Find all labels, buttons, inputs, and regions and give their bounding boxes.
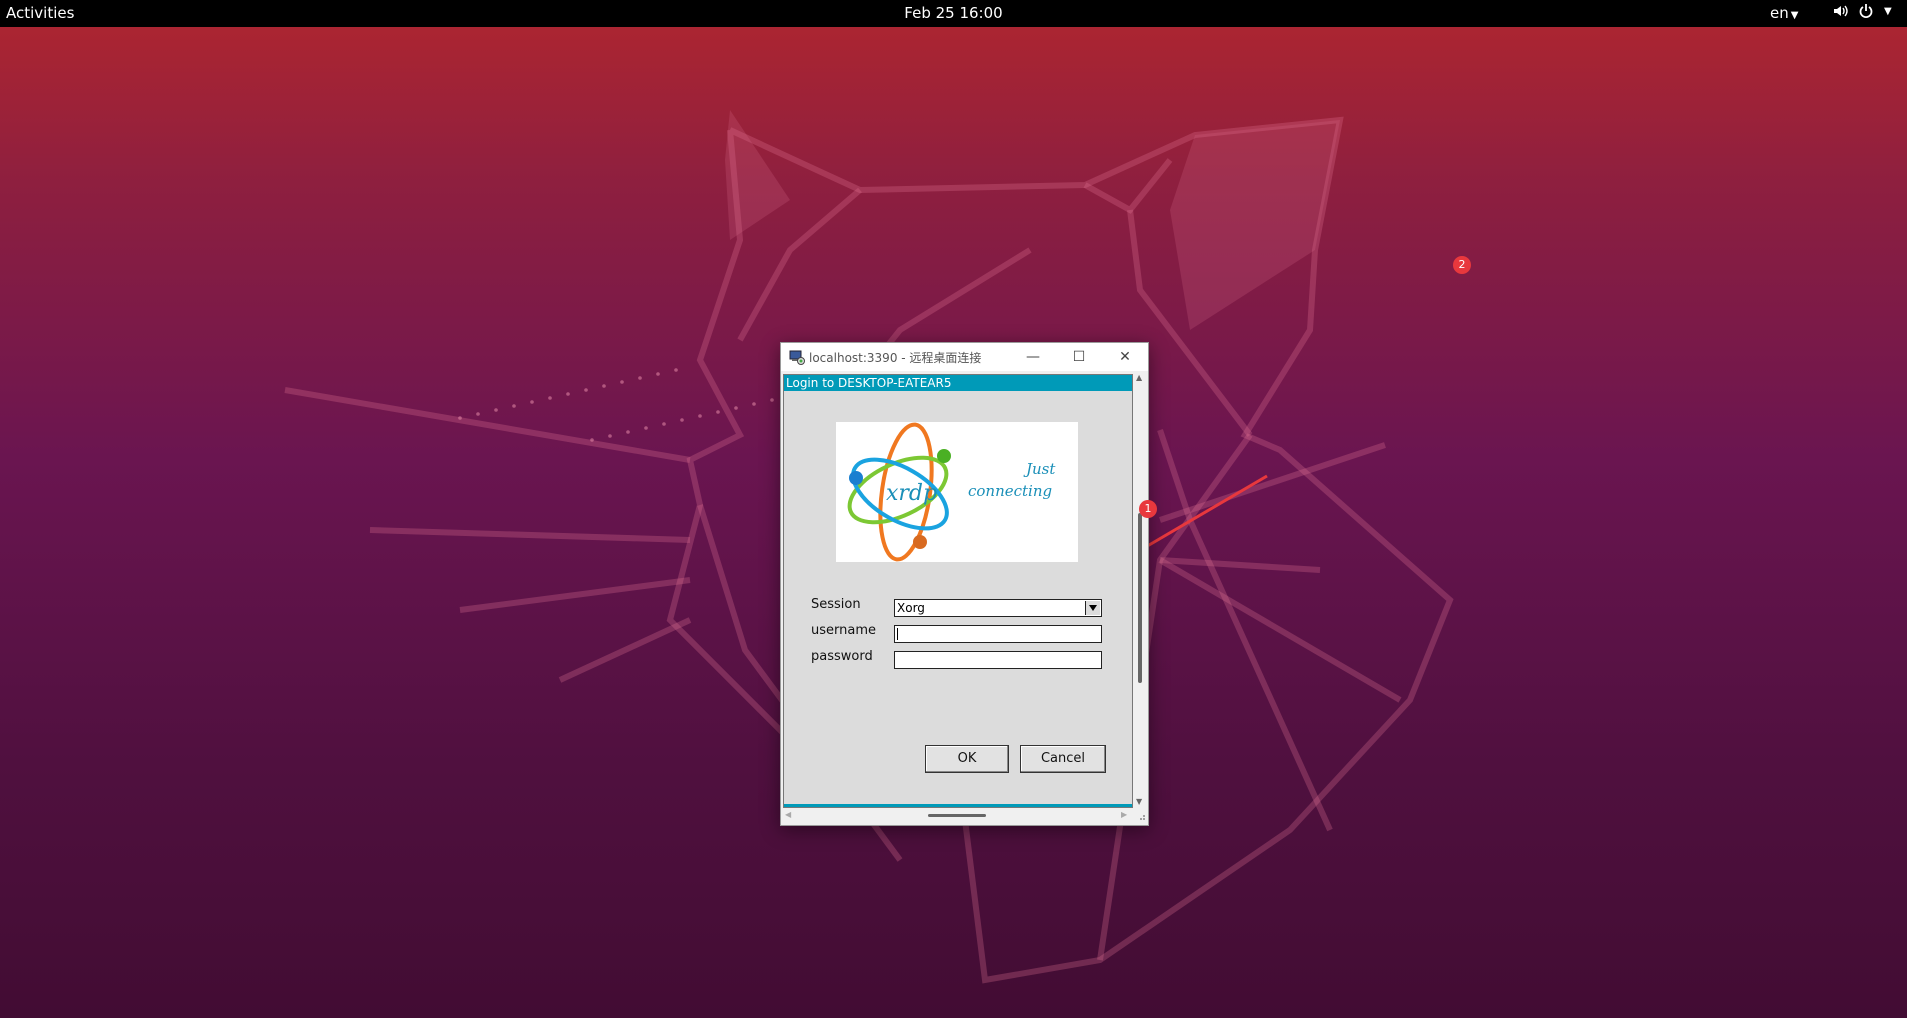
login-header: Login to DESKTOP-EATEAR5	[784, 375, 1132, 391]
session-value: Xorg	[897, 601, 925, 615]
activities-button[interactable]: Activities	[6, 4, 74, 22]
chevron-down-icon: ▼	[1790, 10, 1799, 21]
top-bar: Activities Feb 25 16:00 en ▼ ▼	[0, 0, 1907, 27]
window-titlebar[interactable]: localhost:3390 - 远程桌面连接 — ☐ ✕	[781, 343, 1148, 371]
remote-desktop-icon	[789, 349, 805, 368]
annotation-badge-2: 2	[1453, 256, 1471, 274]
language-label: en	[1770, 4, 1789, 22]
text-cursor	[897, 628, 898, 640]
scroll-up-icon[interactable]: ▲	[1136, 373, 1142, 382]
username-label: username	[811, 623, 876, 638]
password-input[interactable]	[894, 651, 1102, 669]
chevron-down-icon: ▼	[1884, 5, 1892, 17]
username-input[interactable]	[894, 625, 1102, 643]
scroll-left-icon[interactable]: ◀	[785, 810, 791, 819]
login-footer-bar	[784, 804, 1132, 807]
ok-button[interactable]: OK	[925, 745, 1009, 773]
dropdown-arrow-icon[interactable]	[1085, 601, 1100, 615]
logo-tagline-1: Just	[1026, 460, 1056, 478]
xrdp-login-panel: Login to DESKTOP-EATEAR5 xrdp Just conne…	[783, 374, 1133, 808]
window-title: localhost:3390 - 远程桌面连接	[809, 351, 982, 365]
power-icon	[1858, 3, 1874, 19]
rdp-window: localhost:3390 - 远程桌面连接 — ☐ ✕ Login to D…	[780, 342, 1149, 826]
vertical-scrollbar[interactable]: ▲ ▼	[1134, 373, 1146, 809]
session-select[interactable]: Xorg	[894, 599, 1102, 617]
minimize-button[interactable]: —	[1023, 347, 1043, 367]
close-button[interactable]: ✕	[1115, 347, 1135, 367]
cancel-button[interactable]: Cancel	[1020, 745, 1106, 773]
volume-icon	[1832, 3, 1848, 19]
session-label: Session	[811, 597, 861, 612]
scroll-down-icon[interactable]: ▼	[1136, 797, 1142, 806]
vertical-scroll-thumb[interactable]	[1138, 513, 1142, 683]
password-label: password	[811, 649, 873, 664]
system-menu[interactable]: ▼	[1832, 3, 1892, 19]
scroll-right-icon[interactable]: ▶	[1121, 810, 1127, 819]
horizontal-scrollbar[interactable]: ◀ ▶	[783, 809, 1133, 821]
xrdp-logo: xrdp Just connecting	[836, 422, 1078, 562]
annotation-badge-1: 1	[1139, 500, 1157, 518]
logo-text: xrdp	[886, 481, 937, 506]
clock: Feb 25 16:00	[0, 4, 1907, 22]
language-menu[interactable]: en ▼	[1770, 4, 1798, 22]
resize-grip-icon[interactable]	[1136, 811, 1146, 821]
horizontal-scroll-thumb[interactable]	[928, 814, 986, 817]
clock-label[interactable]: Feb 25 16:00	[904, 4, 1002, 22]
maximize-button[interactable]: ☐	[1069, 347, 1089, 367]
logo-tagline-2: connecting	[968, 482, 1053, 500]
